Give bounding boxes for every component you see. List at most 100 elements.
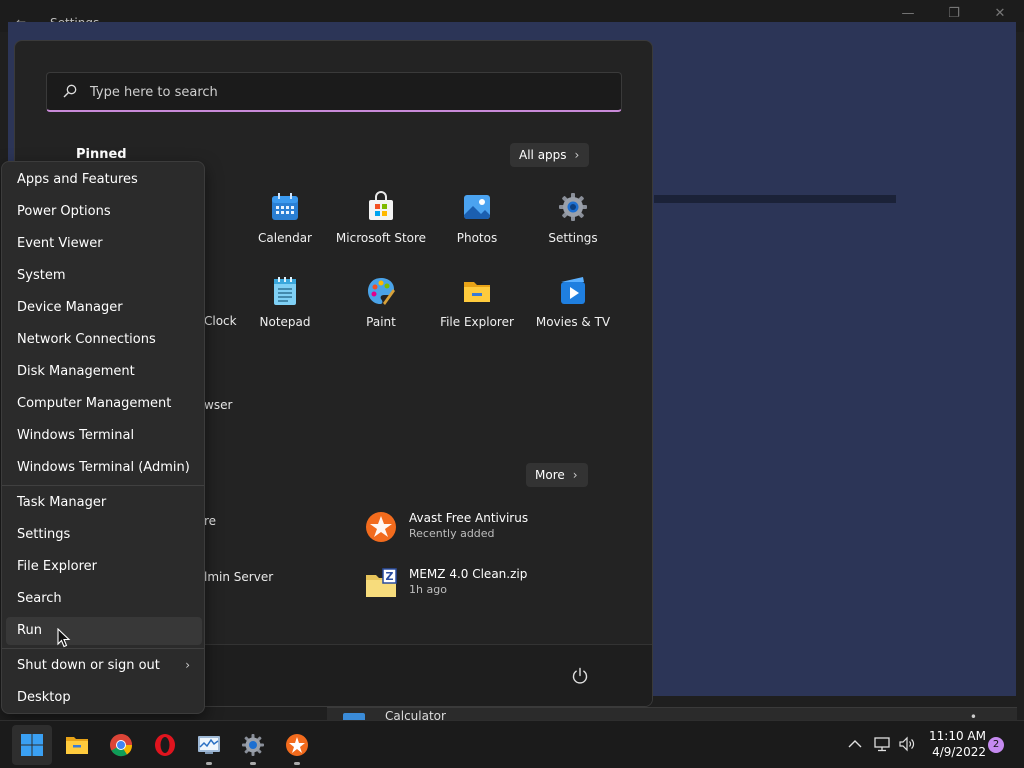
store-icon bbox=[369, 191, 393, 220]
all-apps-label: All apps bbox=[519, 148, 567, 162]
pinned-app-label: Calendar bbox=[258, 231, 312, 245]
menu-item-power-options[interactable]: Power Options bbox=[6, 198, 202, 226]
menu-item-network-connections[interactable]: Network Connections bbox=[6, 326, 202, 354]
taskbar-file-explorer[interactable] bbox=[57, 725, 97, 765]
photos-icon bbox=[464, 195, 490, 219]
pinned-app-label: Settings bbox=[548, 231, 598, 245]
partial-app-label[interactable]: Clock bbox=[204, 314, 237, 328]
start-button[interactable] bbox=[12, 725, 52, 765]
svg-text:Z: Z bbox=[386, 570, 394, 583]
pinned-app-movies-tv[interactable]: Movies & TV bbox=[525, 275, 621, 345]
search-placeholder: Type here to search bbox=[90, 85, 218, 100]
chevron-right-icon: › bbox=[572, 468, 578, 482]
movies-play-icon bbox=[561, 277, 585, 304]
menu-item-search[interactable]: Search bbox=[6, 585, 202, 613]
running-indicator bbox=[294, 762, 300, 765]
menu-item-windows-terminal[interactable]: Windows Terminal bbox=[6, 422, 202, 450]
pinned-app-notepad[interactable]: Notepad bbox=[237, 275, 333, 345]
calculator-label: Calculator bbox=[385, 709, 446, 720]
more-options-icon[interactable]: • bbox=[970, 710, 977, 720]
menu-item-disk-management[interactable]: Disk Management bbox=[6, 358, 202, 386]
more-button[interactable]: More › bbox=[526, 463, 588, 487]
recommended-subtitle: Recently added bbox=[409, 527, 495, 540]
chevron-right-icon: › bbox=[185, 658, 190, 672]
recommended-subtitle: 1h ago bbox=[409, 583, 447, 596]
file-explorer-icon bbox=[66, 737, 88, 754]
pinned-app-paint[interactable]: Paint bbox=[333, 275, 429, 345]
chrome-icon bbox=[110, 734, 133, 757]
menu-item-computer-management[interactable]: Computer Management bbox=[6, 390, 202, 418]
pinned-app-label: Photos bbox=[456, 231, 498, 245]
menu-item-device-manager[interactable]: Device Manager bbox=[6, 294, 202, 322]
pinned-app-microsoft-store[interactable]: Microsoft Store bbox=[333, 191, 429, 261]
menu-item-desktop[interactable]: Desktop bbox=[6, 684, 202, 712]
recommended-title: Avast Free Antivirus bbox=[409, 511, 529, 525]
pinned-app-label: Paint bbox=[366, 315, 396, 329]
taskbar-avast[interactable] bbox=[277, 725, 317, 765]
mouse-cursor-icon bbox=[57, 628, 71, 648]
menu-item-label: Shut down or sign out bbox=[17, 658, 160, 673]
pinned-app-calendar[interactable]: Calendar bbox=[237, 191, 333, 261]
recommended-item-avast[interactable]: Avast Free Antivirus Recently added bbox=[365, 507, 565, 547]
start-search-box[interactable]: Type here to search bbox=[46, 72, 622, 112]
notepad-icon bbox=[274, 277, 296, 305]
menu-item-run[interactable]: Run bbox=[6, 617, 202, 645]
recommended-item-memz-zip[interactable]: Z MEMZ 4.0 Clean.zip 1h ago bbox=[365, 563, 565, 603]
taskbar: 11:10 AM 4/9/2022 2 bbox=[0, 720, 1024, 768]
chevron-right-icon: › bbox=[574, 148, 580, 162]
menu-item-task-manager[interactable]: Task Manager bbox=[6, 489, 202, 517]
more-label: More bbox=[535, 468, 565, 482]
all-apps-button[interactable]: All apps › bbox=[510, 143, 590, 167]
menu-item-apps-and-features[interactable]: Apps and Features bbox=[6, 166, 202, 194]
pinned-app-photos[interactable]: Photos bbox=[429, 191, 525, 261]
pinned-app-label: File Explorer bbox=[440, 315, 514, 329]
pinned-app-label: Notepad bbox=[259, 315, 311, 329]
settings-gear-icon bbox=[559, 193, 587, 221]
zip-folder-icon: Z bbox=[366, 568, 397, 597]
clock-time: 11:10 AM bbox=[929, 729, 986, 743]
pinned-app-settings[interactable]: Settings bbox=[525, 191, 621, 261]
resource-monitor-icon bbox=[198, 736, 220, 754]
taskbar-chrome[interactable] bbox=[101, 725, 141, 765]
menu-item-event-viewer[interactable]: Event Viewer bbox=[6, 230, 202, 258]
pinned-app-file-explorer[interactable]: File Explorer bbox=[429, 275, 525, 345]
taskbar-settings[interactable] bbox=[233, 725, 273, 765]
calculator-list-item[interactable]: Calculator • bbox=[327, 707, 1017, 720]
winx-context-menu: Apps and Features Power Options Event Vi… bbox=[1, 161, 205, 714]
avast-icon bbox=[286, 734, 308, 756]
settings-icon bbox=[242, 734, 264, 756]
opera-icon bbox=[155, 734, 175, 756]
taskbar-opera[interactable] bbox=[145, 725, 185, 765]
taskbar-resource-monitor[interactable] bbox=[189, 725, 229, 765]
clock-date: 4/9/2022 bbox=[932, 745, 986, 759]
running-indicator bbox=[250, 762, 256, 765]
partial-recommended-label[interactable]: re bbox=[204, 514, 216, 528]
pinned-app-label: Movies & TV bbox=[535, 315, 611, 329]
recommended-title: MEMZ 4.0 Clean.zip bbox=[409, 567, 528, 581]
avast-icon bbox=[366, 512, 396, 542]
menu-item-shut-down-or-sign-out[interactable]: Shut down or sign out › bbox=[6, 652, 202, 680]
notification-badge[interactable]: 2 bbox=[988, 737, 1004, 753]
menu-item-settings[interactable]: Settings bbox=[6, 521, 202, 549]
menu-item-system[interactable]: System bbox=[6, 262, 202, 290]
pinned-title: Pinned bbox=[76, 147, 127, 162]
menu-item-file-explorer[interactable]: File Explorer bbox=[6, 553, 202, 581]
menu-item-windows-terminal-admin[interactable]: Windows Terminal (Admin) bbox=[6, 454, 202, 482]
calculator-icon bbox=[343, 713, 365, 720]
partial-app-label[interactable]: wser bbox=[204, 398, 232, 412]
pinned-app-label: Microsoft Store bbox=[335, 231, 427, 245]
paint-palette-icon bbox=[368, 278, 395, 305]
network-icon[interactable] bbox=[873, 735, 891, 753]
menu-separator bbox=[2, 485, 204, 486]
calendar-icon bbox=[272, 193, 298, 220]
partial-recommended-label[interactable]: lmin Server bbox=[204, 570, 273, 584]
power-icon[interactable] bbox=[571, 667, 589, 685]
search-icon bbox=[63, 84, 77, 98]
show-hidden-icons-chevron-up-icon[interactable] bbox=[846, 735, 864, 753]
running-indicator bbox=[206, 762, 212, 765]
folder-icon bbox=[464, 282, 490, 302]
volume-icon[interactable] bbox=[898, 735, 916, 753]
settings-content-bar bbox=[654, 195, 896, 203]
start-windows-icon bbox=[21, 734, 43, 756]
menu-separator bbox=[2, 648, 204, 649]
